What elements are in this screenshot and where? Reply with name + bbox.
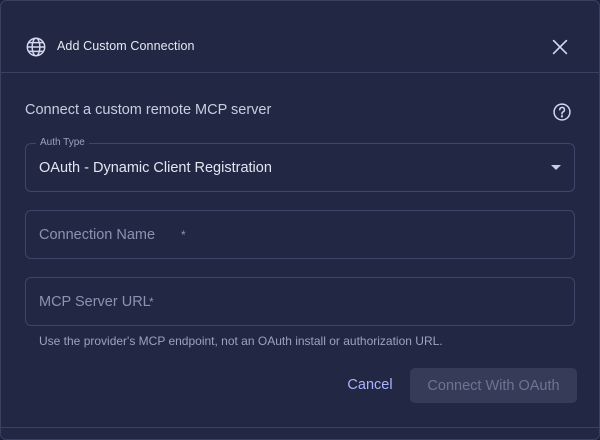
auth-type-label: Auth Type — [36, 137, 89, 148]
dialog-title: Add Custom Connection — [57, 39, 195, 53]
add-connection-dialog: Add Custom Connection Connect a custom r… — [0, 0, 600, 440]
chevron-down-icon — [551, 165, 561, 170]
auth-type-value: OAuth - Dynamic Client Registration — [39, 160, 272, 176]
required-mark: * — [181, 228, 186, 242]
required-mark: * — [149, 295, 154, 309]
server-url-input[interactable] — [26, 278, 574, 325]
close-icon[interactable] — [549, 36, 571, 58]
help-circle-icon[interactable] — [552, 102, 572, 122]
footer-divider — [1, 427, 599, 428]
server-url-hint: Use the provider's MCP endpoint, not an … — [39, 334, 443, 348]
auth-type-select[interactable]: Auth Type OAuth - Dynamic Client Registr… — [25, 137, 575, 192]
connection-name-input[interactable] — [26, 211, 574, 258]
intro-text: Connect a custom remote MCP server — [25, 102, 272, 118]
connection-name-field: * — [25, 210, 575, 259]
dialog-header: Add Custom Connection — [1, 1, 599, 73]
globe-icon — [26, 37, 46, 57]
server-url-field: * — [25, 277, 575, 326]
cancel-button[interactable]: Cancel — [335, 368, 405, 402]
connect-oauth-button[interactable]: Connect With OAuth — [410, 368, 577, 403]
